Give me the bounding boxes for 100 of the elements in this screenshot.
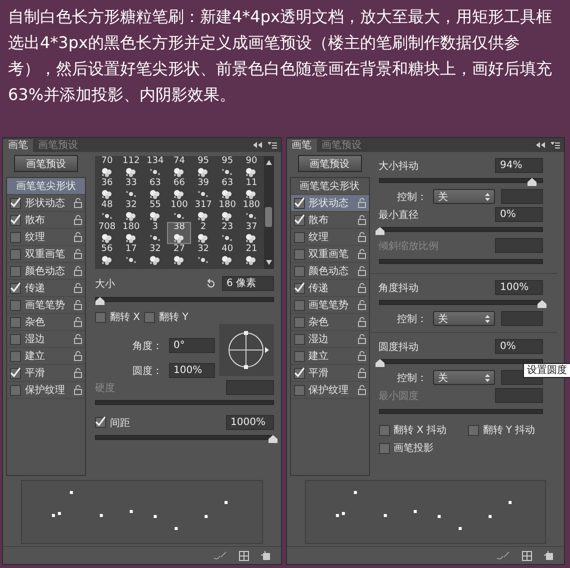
list-item[interactable]: 平滑 [290,365,368,382]
collapse-icon[interactable] [536,142,545,148]
checkbox[interactable] [10,350,21,362]
checkbox[interactable] [144,312,156,322]
list-item[interactable]: 纹理 [7,229,85,246]
list-item[interactable]: 纹理 [290,229,368,246]
grid-icon[interactable] [238,550,248,560]
reset-icon[interactable] [206,278,216,288]
control-dropdown[interactable]: 关 [433,311,495,326]
checkbox[interactable] [10,214,21,226]
control-dropdown[interactable]: 关 [433,189,495,204]
menu-icon[interactable] [551,142,560,148]
list-item[interactable]: 传递 [290,280,368,297]
control-dropdown[interactable]: 关 [433,370,495,385]
checkbox[interactable] [294,316,304,328]
list-item[interactable]: 传递 [7,280,85,297]
brush-tip[interactable]: 32 [191,244,216,266]
list-item[interactable]: 散布 [7,212,85,229]
list-item[interactable]: 建立 [7,348,85,365]
slider-thumb[interactable] [375,359,384,367]
brush-tip[interactable]: 180 [215,200,240,222]
value-field[interactable]: 100% [495,280,543,295]
list-item[interactable]: 形状动态 [290,195,368,212]
checkbox[interactable] [95,417,106,428]
brush-presets-button[interactable]: 画笔预设 [298,155,362,172]
brush-presets-button[interactable]: 画笔预设 [14,155,78,172]
brush-tip[interactable]: 23 [215,222,240,244]
brush-tip[interactable]: 100 [167,200,192,222]
checkbox[interactable] [10,282,21,294]
brush-tip[interactable]: 40 [215,244,240,266]
list-item[interactable]: 双重画笔 [290,246,368,263]
value-field[interactable]: 0% [495,207,543,222]
value-field[interactable]: 6 像素 [222,276,274,291]
brush-tip[interactable]: 66 [167,178,192,200]
scrollbar-thumb[interactable] [265,207,272,227]
checkbox[interactable] [294,350,304,362]
slider-thumb[interactable] [528,178,537,186]
brush-tip[interactable]: 17 [119,244,144,266]
checkbox[interactable] [294,300,304,310]
checkbox[interactable] [294,334,304,344]
brush-tip[interactable]: 32 [143,244,168,266]
checkbox[interactable] [294,214,304,226]
slider[interactable] [378,227,543,232]
brush-tip[interactable]: 21 [239,244,264,266]
brush-tip[interactable]: 90 [239,156,264,178]
checkbox[interactable] [10,266,21,276]
slider-thumb[interactable] [375,227,384,235]
tab[interactable]: 画笔 [3,139,33,152]
brush-tip[interactable]: 11 [239,178,264,200]
value-field[interactable]: 1000% [226,415,274,430]
brush-tip[interactable]: 95 [215,156,240,178]
brush-tip[interactable]: 55 [143,200,168,222]
list-item[interactable]: 画笔笔势 [7,297,85,314]
checkbox[interactable] [10,248,21,260]
brush-tip[interactable]: 134 [143,156,168,178]
slider-thumb[interactable] [538,300,546,308]
checkbox[interactable] [294,198,304,208]
list-item[interactable]: 平滑 [7,365,85,382]
slider[interactable] [378,178,543,183]
checkbox[interactable] [10,384,21,396]
brush-tip[interactable]: 112 [119,156,144,178]
brush-tip[interactable]: 32 [119,200,144,222]
brush-icon[interactable] [212,551,226,560]
brush-tip[interactable]: 36 [95,178,120,200]
brush-tip[interactable]: 63 [143,178,168,200]
grid-icon[interactable] [522,550,532,560]
brush-tip[interactable]: 95 [191,156,216,178]
brush-tip[interactable]: 27 [167,244,192,266]
checkbox[interactable] [10,198,21,208]
list-item[interactable]: 湿边 [7,331,85,348]
new-preset-icon[interactable] [544,550,554,560]
checkbox[interactable] [294,248,304,260]
brush-tip[interactable]: 63 [215,178,240,200]
checkbox[interactable] [10,300,21,310]
brush-tip[interactable]: 317 [191,200,216,222]
list-item[interactable]: 颜色动态 [290,263,368,280]
checkbox[interactable] [10,334,21,344]
list-item[interactable]: 画笔笔势 [290,297,368,314]
checkbox[interactable] [294,282,304,294]
new-preset-icon[interactable] [260,550,270,560]
brush-tip[interactable]: 33 [119,178,144,200]
list-item[interactable]: 形状动态 [7,195,85,212]
brush-tip[interactable]: 74 [167,156,192,178]
list-item[interactable]: 杂色 [7,314,85,331]
value-field[interactable]: 100% [168,363,214,378]
brush-angle-drawing[interactable] [218,324,274,376]
value-field[interactable]: 94% [495,158,543,173]
checkbox[interactable] [294,266,304,276]
list-item[interactable]: 双重画笔 [7,246,85,263]
checkbox[interactable] [294,368,304,378]
checkbox[interactable] [95,312,106,322]
brush-icon[interactable] [496,551,510,560]
menu-icon[interactable] [268,142,276,148]
checkbox[interactable] [10,316,21,328]
tab[interactable]: 画笔 [286,139,316,152]
list-item[interactable]: 建立 [290,348,368,365]
list-item[interactable]: 画笔笔尖形状 [7,178,85,195]
slider-thumb[interactable] [268,435,277,443]
collapse-icon[interactable] [252,142,262,148]
list-item[interactable]: 散布 [290,212,368,229]
